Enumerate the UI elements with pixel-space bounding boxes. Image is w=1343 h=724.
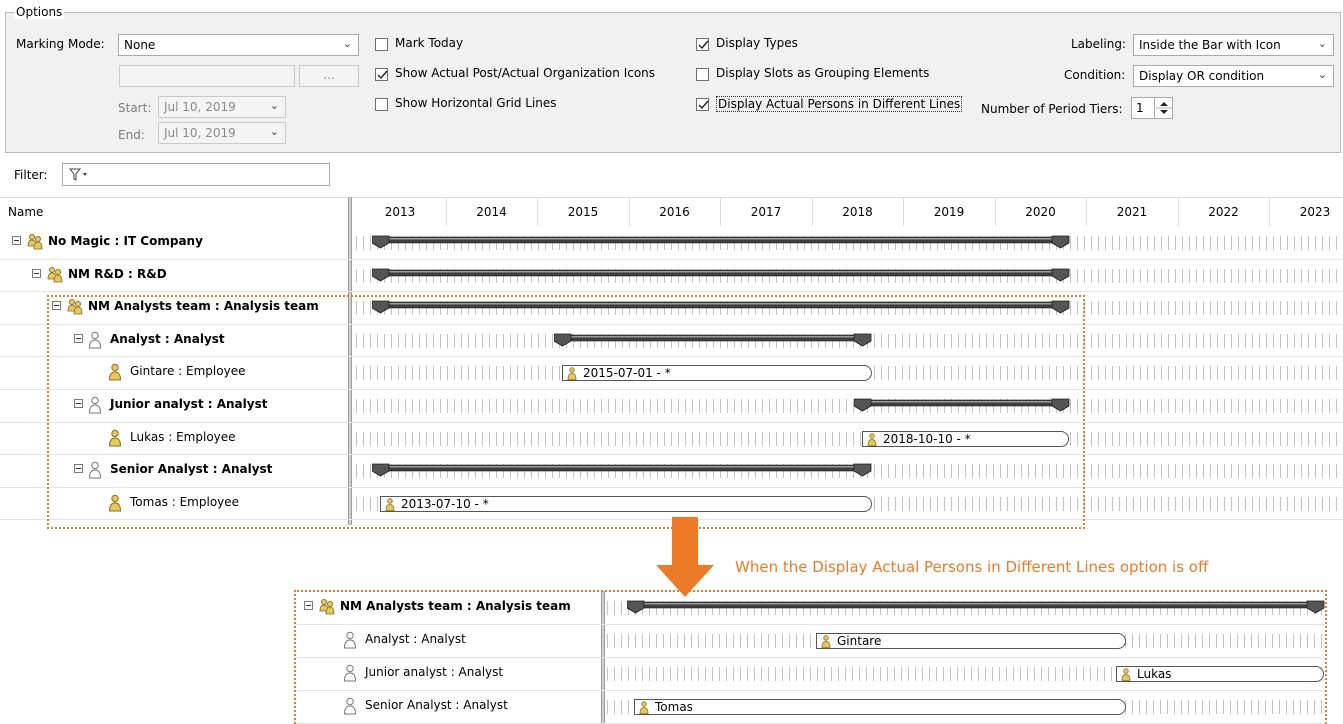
start-date-picker[interactable]: Jul 10, 2019 ⌄ bbox=[158, 96, 286, 118]
year-label: 2014 bbox=[476, 205, 507, 219]
year-label: 2019 bbox=[933, 205, 965, 219]
checkmark-icon bbox=[698, 100, 709, 110]
chevron-down-icon: ⌄ bbox=[269, 125, 279, 138]
chevron-down-icon: ⌄ bbox=[1317, 68, 1327, 81]
tree-row[interactable]: NM R&D : R&D bbox=[0, 259, 348, 292]
marking-mode-label: Marking Mode: bbox=[16, 37, 105, 51]
tree-row[interactable]: No Magic : IT Company bbox=[0, 226, 348, 259]
start-date-value: Jul 10, 2019 bbox=[164, 100, 236, 114]
display-persons-lines-label: Display Actual Persons in Different Line… bbox=[716, 96, 963, 112]
year-label: 2020 bbox=[1025, 205, 1056, 219]
show-actual-icons-checkbox[interactable] bbox=[375, 68, 388, 81]
browse-button-label: ... bbox=[323, 68, 335, 82]
display-slots-label: Display Slots as Grouping Elements bbox=[716, 66, 930, 80]
marking-mode-value: None bbox=[124, 38, 156, 52]
funnel-icon[interactable] bbox=[69, 168, 89, 182]
options-group-title: Options bbox=[14, 5, 65, 19]
horizontal-grid-lines-label: Show Horizontal Grid Lines bbox=[395, 96, 557, 110]
filter-label: Filter: bbox=[14, 168, 48, 182]
chevron-down-icon: ⌄ bbox=[269, 99, 279, 112]
condition-dropdown[interactable]: Display OR condition ⌄ bbox=[1133, 65, 1334, 87]
marking-mode-dropdown[interactable]: None ⌄ bbox=[118, 34, 359, 56]
organization-icon bbox=[26, 233, 44, 253]
browse-button[interactable]: ... bbox=[299, 65, 359, 87]
name-column-header[interactable]: Name bbox=[8, 205, 43, 219]
period-tiers-label: Number of Period Tiers: bbox=[981, 102, 1123, 116]
start-label: Start: bbox=[118, 101, 152, 115]
horizontal-grid-lines-checkbox[interactable] bbox=[375, 98, 388, 111]
year-label: 2015 bbox=[567, 205, 599, 219]
inset-highlight-frame bbox=[294, 590, 1327, 724]
year-label: 2021 bbox=[1116, 205, 1148, 219]
chevron-down-icon: ⌄ bbox=[1317, 37, 1327, 50]
filter-input[interactable] bbox=[62, 163, 330, 186]
collapse-toggle-icon[interactable] bbox=[32, 268, 41, 278]
spinner-arrows-icon[interactable] bbox=[1154, 98, 1173, 118]
year-label: 2016 bbox=[659, 205, 690, 219]
labeling-value: Inside the Bar with Icon bbox=[1139, 38, 1281, 52]
year-label: 2017 bbox=[750, 205, 782, 219]
show-actual-icons-label: Show Actual Post/Actual Organization Ico… bbox=[395, 66, 656, 80]
checkmark-icon bbox=[377, 70, 388, 80]
end-date-value: Jul 10, 2019 bbox=[164, 126, 236, 140]
tree-row-label: No Magic : IT Company bbox=[48, 234, 203, 248]
mark-today-checkbox[interactable] bbox=[375, 38, 388, 51]
mark-today-label: Mark Today bbox=[395, 36, 464, 50]
display-slots-checkbox[interactable] bbox=[696, 68, 709, 81]
labeling-label: Labeling: bbox=[1071, 37, 1126, 51]
year-label: 2023 bbox=[1299, 205, 1331, 219]
organization-icon bbox=[46, 266, 64, 286]
down-arrow-icon bbox=[656, 517, 714, 597]
tree-row-label: NM R&D : R&D bbox=[68, 266, 167, 281]
period-tiers-value: 1 bbox=[1136, 101, 1144, 115]
year-label: 2018 bbox=[842, 205, 873, 219]
condition-label: Condition: bbox=[1064, 68, 1126, 82]
condition-value: Display OR condition bbox=[1139, 69, 1265, 83]
display-types-label: Display Types bbox=[716, 36, 798, 50]
chevron-down-icon: ⌄ bbox=[342, 37, 352, 50]
highlight-frame bbox=[47, 295, 1085, 529]
display-types-checkbox[interactable] bbox=[696, 38, 709, 51]
end-label: End: bbox=[118, 128, 145, 142]
collapse-toggle-icon[interactable] bbox=[12, 236, 21, 245]
year-label: 2022 bbox=[1208, 205, 1239, 219]
display-persons-lines-checkbox[interactable] bbox=[696, 98, 709, 111]
marking-element-field[interactable] bbox=[119, 65, 295, 87]
labeling-dropdown[interactable]: Inside the Bar with Icon ⌄ bbox=[1133, 34, 1334, 56]
period-tiers-spinner[interactable]: 1 bbox=[1131, 97, 1173, 119]
summary-bar-rnd[interactable] bbox=[372, 268, 1071, 286]
end-date-picker[interactable]: Jul 10, 2019 ⌄ bbox=[158, 122, 286, 144]
checkmark-icon bbox=[698, 40, 709, 50]
annotation-note: When the Display Actual Persons in Diffe… bbox=[735, 558, 1209, 576]
grid-header-divider bbox=[0, 197, 1343, 198]
year-label: 2013 bbox=[384, 205, 416, 219]
summary-bar-it-company[interactable] bbox=[372, 235, 1071, 253]
